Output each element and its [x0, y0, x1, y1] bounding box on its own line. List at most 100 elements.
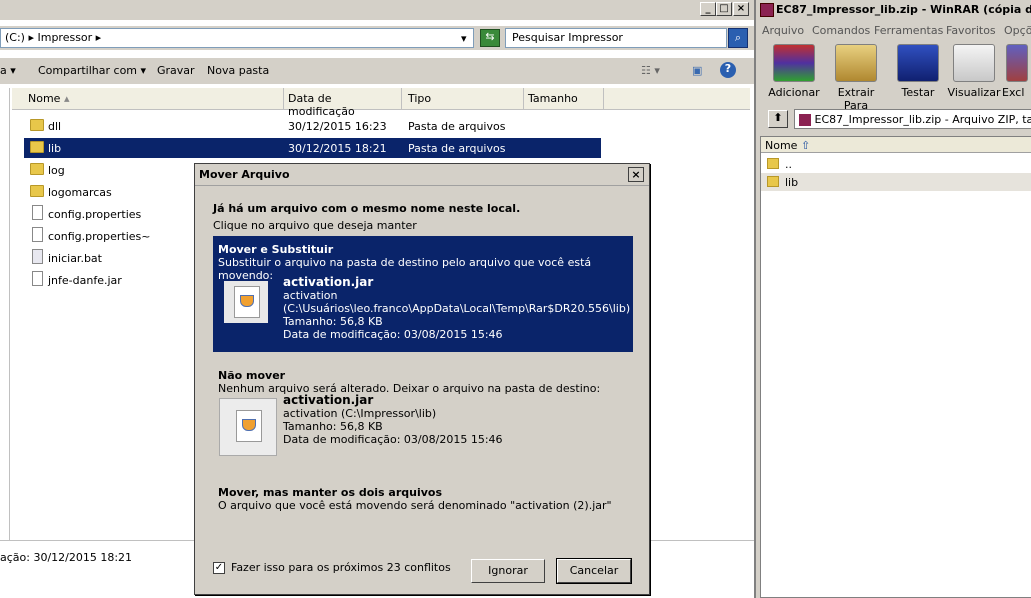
folder-icon: [30, 185, 44, 197]
option-dont-move[interactable]: Não mover Nenhum arquivo será alterado. …: [213, 362, 633, 464]
conflict-heading: Já há um arquivo com o mesmo nome neste …: [213, 202, 521, 215]
test-icon: [897, 44, 939, 82]
folder-icon: [767, 158, 779, 169]
option-desc: O arquivo que você está movendo será den…: [218, 499, 612, 512]
winrar-icon: [760, 3, 774, 17]
share-label: Compartilhar com: [38, 64, 138, 77]
search-placeholder: Pesquisar Impressor: [512, 31, 623, 44]
menu-comandos[interactable]: Comandos: [812, 24, 870, 37]
file-date: Data de modificação: 03/08/2015 15:46: [283, 433, 503, 446]
menu-opcoes[interactable]: Opçõ: [1004, 24, 1031, 37]
folder-icon: [767, 176, 779, 187]
winrar-item-parent[interactable]: ..: [761, 155, 1031, 173]
file-name: logomarcas: [48, 186, 112, 199]
column-headers: Nome ▴ Data de modificação Tipo Tamanho: [12, 88, 750, 118]
extract-button[interactable]: Extrair Para: [826, 44, 886, 112]
file-name: activation.jar: [283, 275, 374, 289]
file-name: activation.jar: [283, 393, 374, 407]
explorer-toolbar: a ▾ Compartilhar com ▾ Gravar Nova pasta…: [0, 58, 754, 84]
help-icon[interactable]: ?: [720, 62, 736, 78]
up-folder-button[interactable]: ⬆: [768, 110, 788, 128]
view-options-icon[interactable]: ☷ ▾: [641, 64, 660, 77]
file-name: config.properties~: [48, 230, 151, 243]
archive-add-icon: [773, 44, 815, 82]
search-icon[interactable]: ⌕: [728, 28, 748, 48]
add-button[interactable]: Adicionar: [764, 44, 824, 99]
burn-button[interactable]: Gravar: [157, 64, 195, 77]
search-input[interactable]: Pesquisar Impressor: [505, 28, 727, 48]
file-date: 30/12/2015 18:21: [288, 142, 387, 155]
column-modified[interactable]: Data de modificação: [284, 88, 402, 118]
file-info: activation.jar activation (C:\Usuários\l…: [283, 275, 631, 342]
winrar-title: EC87_Impressor_lib.zip - WinRAR (cópia d…: [776, 3, 1031, 16]
chevron-down-icon[interactable]: ▾: [461, 32, 467, 45]
test-button[interactable]: Testar: [888, 44, 948, 99]
delete-button[interactable]: Excl: [1000, 44, 1031, 99]
address-bar[interactable]: (C:) ▸ Impressor ▸ ▾: [0, 28, 474, 48]
winrar-window: EC87_Impressor_lib.zip - WinRAR (cópia d…: [754, 0, 1031, 598]
address-text: (C:) ▸ Impressor ▸: [5, 31, 102, 44]
file-name: lib: [48, 142, 62, 155]
menu-favoritos[interactable]: Favoritos: [946, 24, 996, 37]
preview-pane-icon[interactable]: ▣: [692, 64, 702, 77]
maximize-button[interactable]: □: [716, 2, 732, 16]
winrar-path-bar: ⬆ EC87_Impressor_lib.zip - Arquivo ZIP, …: [756, 106, 1031, 132]
details-text: ação: 30/12/2015 18:21: [0, 551, 133, 564]
file-path: (C:\Usuários\leo.franco\AppData\Local\Te…: [283, 302, 631, 315]
menu-arquivo[interactable]: Arquivo: [762, 24, 804, 37]
path-field[interactable]: EC87_Impressor_lib.zip - Arquivo ZIP, ta…: [794, 109, 1031, 129]
apply-to-all-label[interactable]: Fazer isso para os próximos 23 conflitos: [231, 561, 451, 574]
new-folder-button[interactable]: Nova pasta: [207, 64, 269, 77]
extract-folder-icon: [835, 44, 877, 82]
menu-ferramentas[interactable]: Ferramentas: [874, 24, 943, 37]
option-title: Mover, mas manter os dois arquivos: [218, 486, 443, 499]
option-move-replace[interactable]: Mover e Substituir Substituir o arquivo …: [213, 236, 633, 352]
zip-icon: [799, 114, 811, 126]
file-row-lib[interactable]: lib 30/12/2015 18:21 Pasta de arquivos: [24, 138, 601, 158]
share-button[interactable]: Compartilhar com ▾: [38, 64, 146, 77]
column-size[interactable]: Tamanho: [524, 88, 604, 110]
organize-icon[interactable]: a ▾: [0, 64, 16, 77]
minimize-button[interactable]: _: [700, 2, 716, 16]
file-name: config.properties: [48, 208, 142, 221]
file-icon: [32, 205, 43, 220]
winrar-item-lib[interactable]: lib: [761, 173, 1031, 191]
file-date: Data de modificação: 03/08/2015 15:46: [283, 328, 503, 341]
ignore-button[interactable]: Ignorar: [471, 559, 545, 583]
view-button[interactable]: Visualizar: [944, 44, 1004, 99]
file-row-dll[interactable]: dll 30/12/2015 16:23 Pasta de arquivos: [24, 116, 601, 136]
winrar-titlebar: EC87_Impressor_lib.zip - WinRAR (cópia d…: [756, 0, 1031, 21]
column-name[interactable]: Nome ▴: [24, 88, 284, 110]
file-date: 30/12/2015 16:23: [288, 120, 387, 133]
file-type: Pasta de arquivos: [408, 142, 506, 155]
close-button[interactable]: ×: [733, 2, 749, 16]
dialog-title: Mover Arquivo: [199, 168, 290, 181]
file-size: Tamanho: 56,8 KB: [283, 420, 383, 433]
dialog-close-button[interactable]: ×: [628, 167, 644, 182]
file-info: activation.jar activation (C:\Impressor\…: [283, 393, 503, 447]
file-desc: activation: [283, 289, 338, 302]
jar-file-icon: [32, 271, 43, 286]
winrar-column-name[interactable]: Nome ⇧: [761, 137, 1031, 153]
conflict-subheading: Clique no arquivo que deseja manter: [213, 219, 417, 232]
address-bar-row: (C:) ▸ Impressor ▸ ▾ ⇆ Pesquisar Impress…: [0, 26, 754, 50]
explorer-titlebar: _ □ ×: [0, 0, 754, 20]
column-type[interactable]: Tipo: [404, 88, 524, 110]
path-text: EC87_Impressor_lib.zip - Arquivo ZIP, ta…: [814, 113, 1031, 126]
item-name: lib: [785, 176, 799, 189]
file-name: jnfe-danfe.jar: [48, 274, 122, 287]
option-title: Não mover: [218, 369, 286, 382]
option-keep-both[interactable]: Mover, mas manter os dois arquivos O arq…: [213, 479, 633, 519]
batch-file-icon: [32, 249, 43, 264]
dialog-titlebar: Mover Arquivo ×: [195, 164, 649, 186]
cancel-button[interactable]: Cancelar: [556, 558, 632, 584]
folder-icon: [30, 119, 44, 131]
file-name: iniciar.bat: [48, 252, 102, 265]
column-name-label: Nome: [765, 139, 798, 152]
file-path: activation (C:\Impressor\lib): [283, 407, 437, 420]
folder-icon: [30, 163, 44, 175]
file-size: Tamanho: 56,8 KB: [283, 315, 383, 328]
apply-to-all-checkbox[interactable]: ✓: [213, 562, 225, 574]
option-title: Mover e Substituir: [218, 243, 334, 256]
refresh-icon[interactable]: ⇆: [480, 29, 500, 47]
